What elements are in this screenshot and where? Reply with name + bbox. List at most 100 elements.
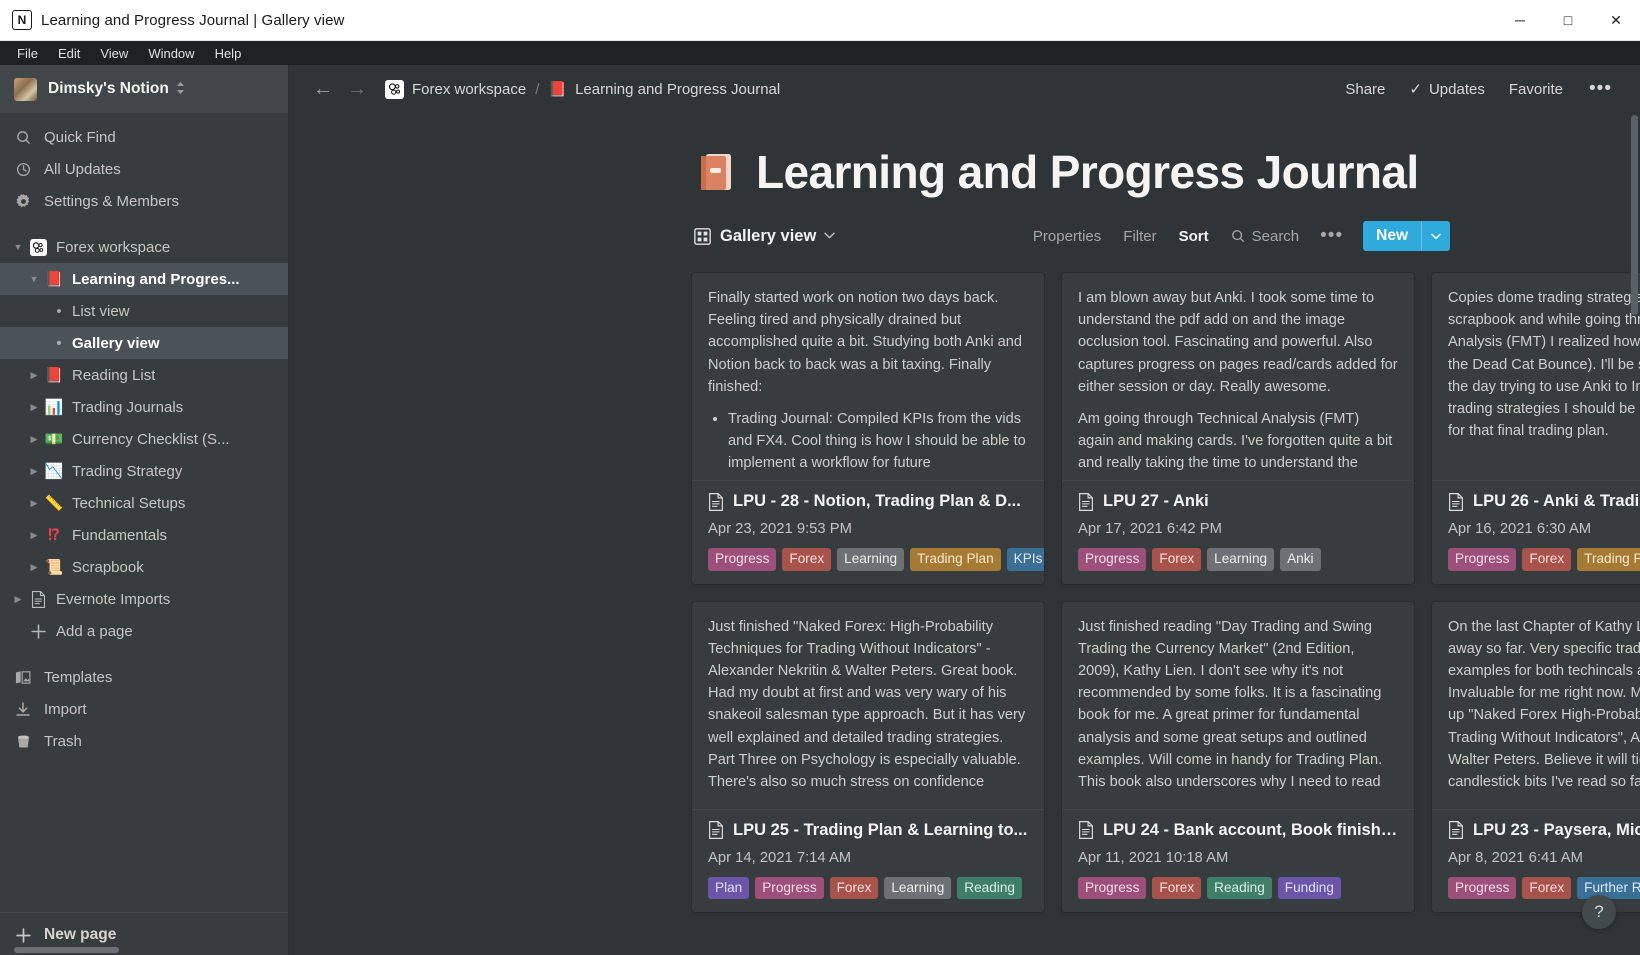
- sidebar-item-templates[interactable]: Templates: [0, 661, 288, 693]
- tag[interactable]: Reading: [957, 876, 1022, 900]
- chevron-right-icon[interactable]: ▶: [10, 594, 26, 605]
- share-button[interactable]: Share: [1333, 81, 1397, 98]
- favorite-button[interactable]: Favorite: [1497, 81, 1575, 98]
- trash-icon: [14, 734, 32, 749]
- menu-file[interactable]: File: [8, 44, 47, 63]
- search-button[interactable]: Search: [1220, 228, 1311, 245]
- new-button[interactable]: New: [1363, 221, 1421, 251]
- minimize-button[interactable]: ─: [1496, 0, 1544, 40]
- sidebar-item-reading-list[interactable]: ▶ 📕 Reading List: [0, 359, 288, 391]
- card-title[interactable]: LPU 25 - Trading Plan & Learning to...: [708, 821, 1028, 840]
- tag[interactable]: Forex: [1522, 876, 1572, 900]
- chevron-right-icon[interactable]: ▶: [26, 562, 42, 573]
- chevron-right-icon[interactable]: ▶: [26, 530, 42, 541]
- sidebar-item-trading-journals[interactable]: ▶ 📊 Trading Journals: [0, 391, 288, 423]
- card-title[interactable]: LPU 23 - Paysera, Mic problems, Ka...: [1448, 821, 1640, 840]
- updates-button[interactable]: ✓ Updates: [1397, 80, 1496, 99]
- tag[interactable]: Plan: [708, 876, 750, 900]
- properties-button[interactable]: Properties: [1022, 228, 1112, 245]
- chevron-right-icon[interactable]: ▶: [26, 402, 42, 413]
- menu-edit[interactable]: Edit: [49, 44, 89, 63]
- menu-window[interactable]: Window: [139, 44, 203, 63]
- content-vertical-scrollbar[interactable]: [1631, 115, 1638, 315]
- chevron-right-icon[interactable]: ▶: [26, 370, 42, 381]
- view-more-button[interactable]: •••: [1310, 225, 1353, 247]
- sort-button[interactable]: Sort: [1168, 228, 1220, 245]
- tag[interactable]: Progress: [1078, 876, 1147, 900]
- sidebar-item-gallery-view[interactable]: • Gallery view: [0, 327, 288, 359]
- sidebar-item-trading-strategy[interactable]: ▶ 📉 Trading Strategy: [0, 455, 288, 487]
- sidebar-item-settings-members[interactable]: Settings & Members: [0, 185, 288, 217]
- chevron-right-icon[interactable]: ▶: [26, 466, 42, 477]
- bullet-icon: •: [56, 334, 62, 352]
- tag[interactable]: Trading Plan: [910, 548, 1001, 571]
- sidebar-item-trash[interactable]: Trash: [0, 725, 288, 757]
- tag[interactable]: Anki: [1280, 548, 1321, 571]
- sidebar-item-all-updates[interactable]: All Updates: [0, 153, 288, 185]
- card-title[interactable]: LPU 24 - Bank account, Book finished: [1078, 821, 1398, 840]
- closed-book-icon[interactable]: [694, 150, 738, 194]
- gallery-card[interactable]: Copies dome trading strategies onto the …: [1432, 273, 1640, 584]
- sidebar-item-technical-setups[interactable]: ▶ 📏 Technical Setups: [0, 487, 288, 519]
- tag[interactable]: Progress: [1448, 548, 1517, 571]
- menu-help[interactable]: Help: [206, 44, 251, 63]
- sidebar-item-quick-find[interactable]: Quick Find: [0, 121, 288, 153]
- page-title[interactable]: Learning and Progress Journal: [756, 145, 1419, 199]
- sidebar-item-learning-and-progress-journal[interactable]: ▼ 📕 Learning and Progres...: [0, 263, 288, 295]
- gallery-card[interactable]: Just finished "Naked Forex: High-Probabi…: [692, 601, 1044, 913]
- filter-button[interactable]: Filter: [1112, 228, 1167, 245]
- sidebar-item-import[interactable]: Import: [0, 693, 288, 725]
- help-button[interactable]: ?: [1582, 895, 1616, 929]
- card-date: Apr 17, 2021 6:42 PM: [1078, 521, 1222, 537]
- forward-button[interactable]: →: [347, 79, 367, 99]
- sidebar-item-evernote-imports[interactable]: ▶ Evernote Imports: [0, 583, 288, 615]
- tag[interactable]: Forex: [782, 548, 832, 571]
- tag[interactable]: Learning: [1207, 548, 1275, 571]
- back-button[interactable]: ←: [313, 79, 333, 99]
- tag[interactable]: Forex: [1152, 548, 1202, 571]
- tag[interactable]: Progress: [755, 876, 824, 900]
- sidebar-item-fundamentals[interactable]: ▶ ⁉ Fundamentals: [0, 519, 288, 551]
- workspace-switcher[interactable]: Dimsky's Notion: [0, 65, 288, 113]
- sidebar-horizontal-scrollbar[interactable]: [14, 947, 119, 953]
- chevron-right-icon[interactable]: ▶: [26, 498, 42, 509]
- tag[interactable]: KPIs: [1006, 548, 1044, 571]
- breadcrumb-item-page[interactable]: Learning and Progress Journal: [575, 81, 780, 98]
- tag[interactable]: Forex: [1152, 876, 1202, 900]
- sidebar-item-label: Gallery view: [72, 334, 160, 352]
- sidebar-item-forex-workspace[interactable]: ▼ Forex workspace: [0, 231, 288, 263]
- chevron-down-icon[interactable]: ▼: [26, 274, 42, 284]
- gallery-card[interactable]: Finally started work on notion two days …: [692, 273, 1044, 584]
- new-dropdown-button[interactable]: [1422, 221, 1450, 251]
- sidebar-item-scrapbook[interactable]: ▶ 📜 Scrapbook: [0, 551, 288, 583]
- tag[interactable]: Progress: [1078, 548, 1147, 571]
- card-title[interactable]: LPU - 28 - Notion, Trading Plan & D...: [708, 492, 1028, 511]
- close-button[interactable]: ✕: [1592, 0, 1640, 40]
- tag[interactable]: Progress: [1448, 876, 1517, 900]
- tag[interactable]: Forex: [829, 876, 879, 900]
- gallery-card[interactable]: On the last Chapter of Kathy Lien's book…: [1432, 601, 1640, 913]
- tag[interactable]: Learning: [837, 548, 905, 571]
- breadcrumb-item-workspace[interactable]: Forex workspace: [412, 81, 526, 98]
- tag[interactable]: Funding: [1277, 876, 1341, 900]
- tag[interactable]: Learning: [884, 876, 952, 900]
- more-options-button[interactable]: •••: [1575, 78, 1618, 100]
- sidebar-item-list-view[interactable]: • List view: [0, 295, 288, 327]
- card-title[interactable]: LPU 26 - Anki & Trading Plan: [1448, 492, 1640, 511]
- sidebar-item-currency-checklist[interactable]: ▶ 💵 Currency Checklist (S...: [0, 423, 288, 455]
- sidebar-item-add-a-page[interactable]: Add a page: [0, 615, 288, 647]
- tag[interactable]: Progress: [708, 548, 777, 571]
- tab-gallery-view[interactable]: Gallery view: [694, 227, 836, 246]
- sidebar-scroll: Quick Find All Updates Settings & Member…: [0, 113, 288, 912]
- tag[interactable]: Further Reading: [1577, 876, 1640, 900]
- gallery-card[interactable]: I am blown away but Anki. I took some ti…: [1062, 273, 1414, 584]
- tag[interactable]: Forex: [1522, 548, 1572, 571]
- card-title[interactable]: LPU 27 - Anki: [1078, 492, 1398, 511]
- menu-view[interactable]: View: [91, 44, 137, 63]
- tag[interactable]: Trading Plan: [1577, 548, 1640, 571]
- gallery-card[interactable]: Just finished reading "Day Trading and S…: [1062, 601, 1414, 913]
- tag[interactable]: Reading: [1207, 876, 1272, 900]
- maximize-button[interactable]: □: [1544, 0, 1592, 40]
- chevron-right-icon[interactable]: ▶: [26, 434, 42, 445]
- chevron-down-icon[interactable]: ▼: [10, 242, 26, 252]
